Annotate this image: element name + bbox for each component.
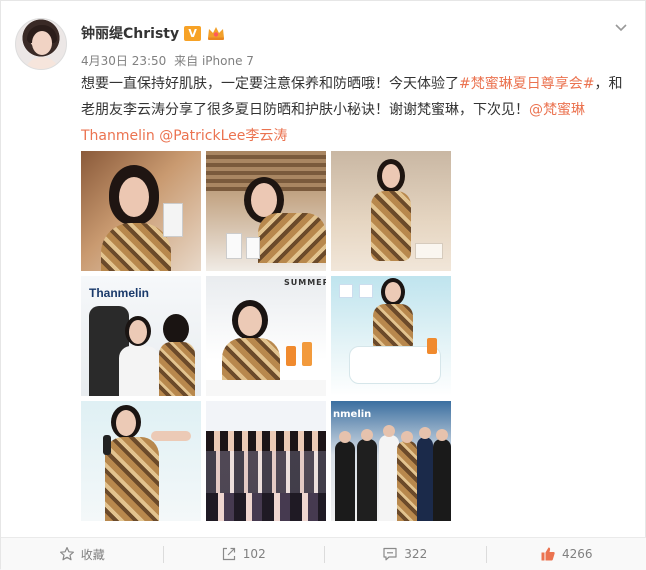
author-name[interactable]: 钟丽缇Christy [81,23,179,43]
photo-thumbnail-2[interactable] [206,151,326,271]
photo-thumbnail-6[interactable] [331,276,451,396]
repost-count: 102 [243,547,266,561]
avatar-face [32,31,52,55]
comment-button[interactable]: 322 [324,538,486,570]
photo-grid: Thanmelin SUMMER [81,151,451,521]
thanmelin-backdrop-text: nmelin [333,409,371,420]
chevron-down-icon[interactable] [613,19,629,35]
crown-icon[interactable] [206,25,226,41]
avatar[interactable] [15,18,67,70]
post-timestamp[interactable]: 4月30日 23:50 [81,54,166,68]
favorite-button[interactable]: 收藏 [1,538,163,570]
verified-badge[interactable]: V [184,26,201,41]
action-bar: 收藏 102 322 4266 [1,537,646,570]
thanmelin-sign-text: Thanmelin [89,286,149,300]
favorite-label: 收藏 [81,546,105,563]
weibo-post-card: 钟丽缇Christy V 4月30日 23:50 来自 iPhone 7 想要一… [0,0,646,569]
comment-icon [382,546,398,562]
comment-count: 322 [404,547,427,561]
photo-thumbnail-7[interactable] [81,401,201,521]
avatar-body [24,57,60,70]
photo-thumbnail-5[interactable]: SUMMER [206,276,326,396]
summer-sign-text: SUMMER [284,278,326,287]
star-icon [59,546,75,562]
photo-thumbnail-9[interactable]: nmelin [331,401,451,521]
like-count: 4266 [562,547,593,561]
author-row: 钟丽缇Christy V [81,23,226,43]
photo-thumbnail-3[interactable] [331,151,451,271]
photo-thumbnail-1[interactable] [81,151,201,271]
post-text-part1: 想要一直保持好肌肤，一定要注意保养和防晒哦！今天体验了 [81,76,459,92]
photo-thumbnail-8[interactable] [206,401,326,521]
thumbs-up-icon [540,546,556,562]
post-meta: 4月30日 23:50 来自 iPhone 7 [81,52,258,69]
like-button[interactable]: 4266 [486,538,646,570]
post-text: 想要一直保持好肌肤，一定要注意保养和防晒哦！今天体验了#梵蜜琳夏日尊享会#，和老… [81,71,633,149]
mention-link-patricklee[interactable]: @PatrickLee李云涛 [159,128,287,144]
hashtag-link[interactable]: #梵蜜琳夏日尊享会# [459,76,594,92]
repost-icon [221,546,237,562]
repost-button[interactable]: 102 [163,538,325,570]
post-source: 来自 iPhone 7 [174,54,254,68]
photo-thumbnail-4[interactable]: Thanmelin [81,276,201,396]
